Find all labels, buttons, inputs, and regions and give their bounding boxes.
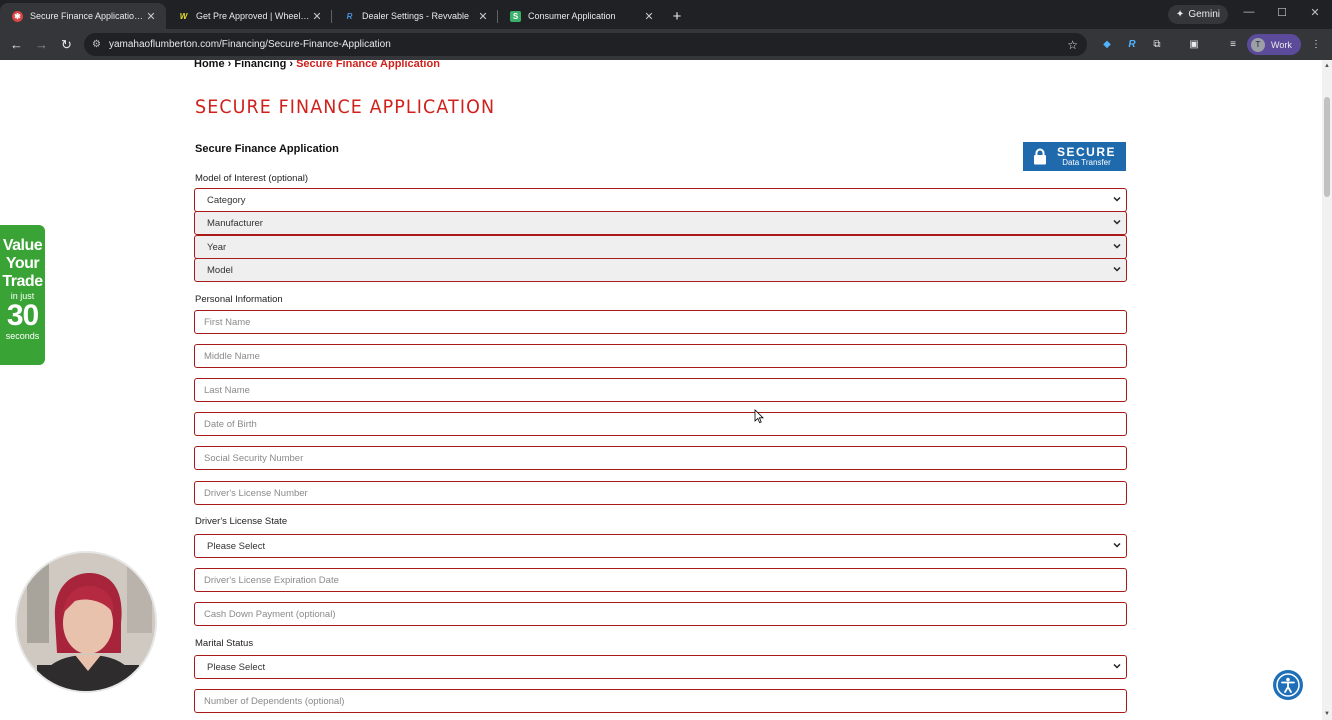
dl-state-label: Driver's License State [195, 516, 288, 527]
category-select[interactable]: Category [194, 188, 1127, 212]
accessibility-icon [1276, 673, 1300, 697]
accessibility-button[interactable] [1273, 670, 1303, 700]
lock-icon [1034, 148, 1046, 165]
presenter-video [17, 553, 155, 691]
date-of-birth-input[interactable]: Date of Birth [194, 412, 1127, 436]
page-title: SECURE FINANCE APPLICATION [195, 96, 496, 118]
profile-label: Work [1271, 39, 1292, 50]
scrollbar-thumb[interactable] [1324, 97, 1330, 197]
revvable-extension-icon[interactable]: R [1125, 37, 1139, 51]
browser-toolbar: ← → ↻ ⚙ yamahaoflumberton.com/Financing/… [0, 29, 1332, 60]
close-tab-icon[interactable]: ✕ [642, 10, 656, 23]
close-tab-icon[interactable]: ✕ [476, 10, 490, 23]
gemini-button[interactable]: ✦ Gemini [1167, 5, 1228, 24]
page-content: Home › Financing › Secure Finance Applic… [0, 60, 1322, 720]
trade-line-trade: Trade [2, 273, 43, 290]
personal-info-label: Personal Information [195, 294, 283, 305]
tab-consumer-application[interactable]: S Consumer Application ✕ [498, 3, 664, 29]
page-scrollbar[interactable]: ▲ ▼ [1322, 60, 1332, 720]
breadcrumb-financing[interactable]: Financing [234, 60, 286, 70]
extensions-puzzle-icon[interactable]: ⧉ [1150, 37, 1164, 51]
year-select[interactable]: Year [194, 235, 1127, 259]
webcam-overlay [15, 551, 157, 693]
tab-title: Dealer Settings - Revvable [362, 11, 470, 21]
bookmark-star-icon[interactable]: ☆ [1067, 38, 1078, 52]
trade-line-seconds: seconds [5, 331, 40, 341]
wheels-favicon-icon: W [179, 11, 188, 21]
forward-arrow-icon[interactable]: → [29, 37, 54, 52]
tab-title: Secure Finance Application | Ya [30, 11, 144, 21]
trade-line-your: Your [5, 255, 40, 272]
manufacturer-select[interactable]: Manufacturer [194, 211, 1127, 235]
close-tab-icon[interactable]: ✕ [310, 10, 324, 23]
menu-kebab-icon[interactable]: ⋮ [1309, 37, 1323, 51]
minimize-icon[interactable]: — [1242, 6, 1256, 18]
breadcrumb-home[interactable]: Home [194, 60, 225, 70]
close-tab-icon[interactable]: ✕ [144, 10, 158, 23]
tab-strip: ✱ Secure Finance Application | Ya ✕ W Ge… [0, 0, 1332, 29]
revvable-favicon-icon: R [346, 11, 353, 21]
chevron-down-icon [1113, 542, 1121, 548]
secure-label: SECURE [1057, 145, 1117, 159]
media-queue-icon[interactable]: ≡ [1226, 37, 1240, 51]
ssn-input[interactable]: Social Security Number [194, 446, 1127, 470]
yamaha-favicon-icon: ✱ [12, 10, 23, 22]
marital-status-select[interactable]: Please Select [194, 655, 1127, 679]
breadcrumb-current: Secure Finance Application [296, 60, 440, 70]
scroll-down-icon[interactable]: ▼ [1324, 711, 1330, 717]
back-arrow-icon[interactable]: ← [4, 37, 29, 52]
last-name-input[interactable]: Last Name [194, 378, 1127, 402]
tab-dealer-settings[interactable]: R Dealer Settings - Revvable ✕ [332, 3, 498, 29]
model-interest-label: Model of Interest (optional) [195, 173, 309, 184]
secure-data-badge: SECURE Data Transfer [1023, 142, 1126, 171]
trade-line-value: Value [2, 237, 43, 254]
form-title: Secure Finance Application [195, 143, 339, 155]
breadcrumb: Home › Financing › Secure Finance Applic… [194, 60, 440, 70]
profile-chip[interactable]: T Work [1247, 34, 1301, 55]
new-tab-button[interactable]: + [664, 3, 690, 29]
consumer-app-favicon-icon: S [510, 10, 521, 22]
chevron-down-icon [1113, 266, 1121, 272]
tab-secure-finance[interactable]: ✱ Secure Finance Application | Ya ✕ [0, 3, 166, 29]
sparkle-icon: ✦ [1175, 9, 1185, 20]
maximize-icon[interactable]: ☐ [1275, 6, 1289, 19]
avatar: T [1251, 37, 1265, 52]
marital-status-label: Marital Status [195, 638, 254, 649]
value-your-trade-widget[interactable]: Value Your Trade in just 30 seconds [0, 225, 45, 365]
scroll-up-icon[interactable]: ▲ [1324, 63, 1330, 69]
cash-down-input[interactable]: Cash Down Payment (optional) [194, 602, 1127, 626]
chevron-down-icon [1113, 243, 1121, 249]
tab-title: Consumer Application [528, 11, 616, 21]
drivers-license-number-input[interactable]: Driver's License Number [194, 481, 1127, 505]
gemini-label: Gemini [1188, 9, 1220, 20]
screen-capture-icon[interactable]: ▣ [1187, 37, 1201, 51]
data-transfer-label: Data Transfer [1062, 158, 1111, 167]
mouse-cursor-icon [754, 409, 764, 424]
tab-title: Get Pre Approved | Wheels In M [196, 11, 310, 21]
extension-1-icon[interactable]: ◆ [1100, 37, 1114, 51]
tab-get-pre-approved[interactable]: W Get Pre Approved | Wheels In M ✕ [166, 3, 332, 29]
first-name-input[interactable]: First Name [194, 310, 1127, 334]
middle-name-input[interactable]: Middle Name [194, 344, 1127, 368]
url-text: yamahaoflumberton.com/Financing/Secure-F… [108, 39, 391, 50]
address-bar[interactable]: ⚙ yamahaoflumberton.com/Financing/Secure… [84, 33, 1087, 56]
dl-state-select[interactable]: Please Select [194, 534, 1127, 558]
close-window-icon[interactable]: ✕ [1308, 6, 1322, 19]
dependents-input[interactable]: Number of Dependents (optional) [194, 689, 1127, 713]
model-select[interactable]: Model [194, 258, 1127, 282]
site-info-icon[interactable]: ⚙ [92, 39, 101, 50]
chevron-down-icon [1113, 219, 1121, 225]
reload-icon[interactable]: ↻ [54, 37, 79, 53]
chevron-down-icon [1113, 663, 1121, 669]
trade-line-30: 30 [6, 299, 39, 332]
chevron-down-icon [1113, 196, 1121, 202]
dl-expiration-input[interactable]: Driver's License Expiration Date [194, 568, 1127, 592]
